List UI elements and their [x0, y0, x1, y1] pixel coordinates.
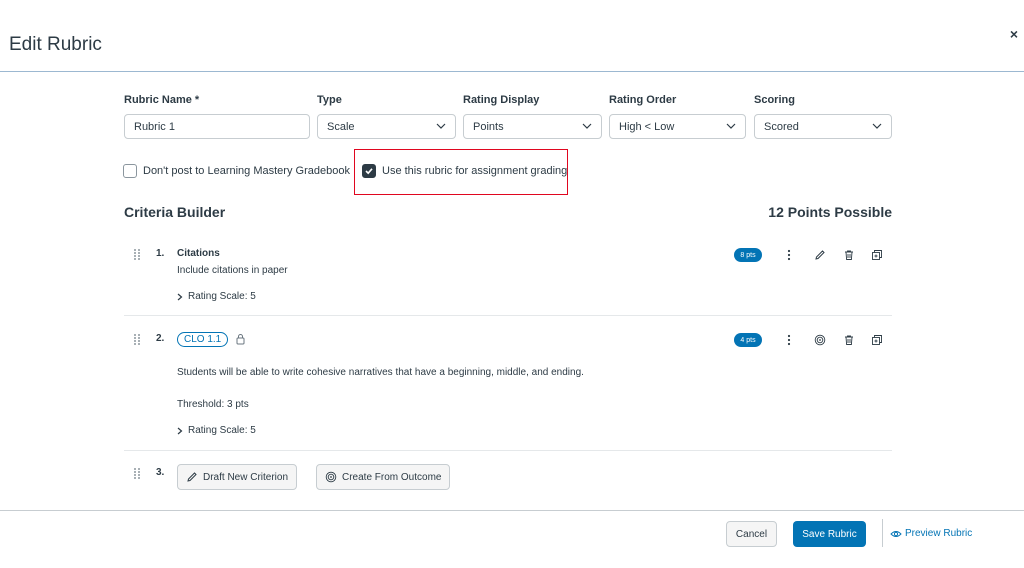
- more-options-icon[interactable]: [782, 333, 796, 347]
- rating-scale-label: Rating Scale: 5: [188, 425, 256, 436]
- chevron-right-icon: [177, 427, 183, 434]
- divider: [124, 450, 892, 451]
- drag-handle-icon[interactable]: [134, 468, 140, 479]
- checkmark-icon: [365, 168, 373, 175]
- duplicate-icon[interactable]: [870, 333, 884, 347]
- use-for-grading-label: Use this rubric for assignment grading: [382, 165, 568, 177]
- modal-header: Edit Rubric ×: [0, 0, 1024, 72]
- trash-icon[interactable]: [842, 248, 856, 262]
- scoring-label: Scoring: [754, 94, 795, 106]
- use-for-grading-checkbox-row[interactable]: Use this rubric for assignment grading: [362, 164, 567, 178]
- modal-footer: [0, 510, 1024, 568]
- points-possible: 12 Points Possible: [768, 204, 892, 220]
- draft-new-criterion-button[interactable]: Draft New Criterion: [177, 464, 298, 490]
- close-button[interactable]: ×: [1010, 26, 1018, 42]
- type-select[interactable]: Scale: [317, 114, 456, 139]
- cancel-button[interactable]: Cancel: [726, 521, 777, 547]
- dont-post-checkbox-row[interactable]: Don't post to Learning Mastery Gradebook: [123, 164, 350, 178]
- edit-pencil-icon[interactable]: [813, 248, 827, 262]
- drag-handle-icon[interactable]: [134, 334, 140, 345]
- create-from-outcome-label: Create From Outcome: [342, 471, 442, 483]
- chevron-down-icon: [582, 123, 592, 129]
- drag-handle-icon[interactable]: [134, 249, 140, 260]
- create-from-outcome-button[interactable]: Create From Outcome: [316, 464, 451, 490]
- trash-icon[interactable]: [842, 333, 856, 347]
- points-badge: 4 pts: [734, 333, 762, 347]
- rating-scale-label: Rating Scale: 5: [188, 291, 256, 302]
- rubric-name-input[interactable]: Rubric 1: [124, 114, 310, 139]
- chevron-down-icon: [872, 123, 882, 129]
- criterion-description: Include citations in paper: [177, 265, 288, 276]
- save-rubric-button[interactable]: Save Rubric: [793, 521, 866, 547]
- criterion-number: 2.: [156, 333, 165, 344]
- rating-display-value: Points: [473, 121, 504, 133]
- lock-icon: [236, 334, 245, 345]
- draft-new-criterion-label: Draft New Criterion: [203, 471, 289, 483]
- criteria-builder-title: Criteria Builder: [124, 204, 226, 220]
- duplicate-icon[interactable]: [870, 248, 884, 262]
- rating-display-select[interactable]: Points: [463, 114, 602, 139]
- criterion-number: 1.: [156, 248, 165, 259]
- chevron-down-icon: [436, 123, 446, 129]
- rating-order-value: High < Low: [619, 121, 675, 133]
- footer-divider: [882, 519, 883, 547]
- criterion-threshold: Threshold: 3 pts: [177, 399, 249, 410]
- preview-rubric-label: Preview Rubric: [905, 528, 973, 539]
- outcome-tag: CLO 1.1: [177, 332, 229, 347]
- rating-display-label: Rating Display: [463, 94, 540, 106]
- preview-rubric-link[interactable]: Preview Rubric: [890, 528, 972, 539]
- rating-order-label: Rating Order: [609, 94, 677, 106]
- dont-post-label: Don't post to Learning Mastery Gradebook: [143, 165, 350, 177]
- scoring-value: Scored: [764, 121, 799, 133]
- eye-icon: [890, 530, 902, 537]
- type-value: Scale: [327, 121, 355, 133]
- scoring-select[interactable]: Scored: [754, 114, 892, 139]
- rubric-name-value: Rubric 1: [134, 121, 175, 133]
- rubric-name-label: Rubric Name *: [124, 94, 200, 106]
- outcomes-target-icon[interactable]: [813, 333, 827, 347]
- outcomes-target-icon: [325, 471, 337, 483]
- more-options-icon[interactable]: [782, 248, 796, 262]
- criterion-number: 3.: [156, 467, 165, 478]
- rating-order-select[interactable]: High < Low: [609, 114, 746, 139]
- points-badge: 8 pts: [734, 248, 762, 262]
- pencil-icon: [187, 472, 197, 482]
- type-label: Type: [317, 94, 342, 106]
- use-for-grading-checkbox[interactable]: [362, 164, 376, 178]
- modal-title: Edit Rubric: [9, 34, 102, 55]
- criterion-title: Citations: [177, 248, 220, 259]
- divider: [124, 315, 892, 316]
- criterion-description: Students will be able to write cohesive …: [177, 367, 584, 378]
- rating-scale-toggle[interactable]: Rating Scale: 5: [176, 291, 256, 302]
- chevron-down-icon: [726, 123, 736, 129]
- rating-scale-toggle[interactable]: Rating Scale: 5: [176, 425, 256, 436]
- dont-post-checkbox[interactable]: [123, 164, 137, 178]
- chevron-right-icon: [177, 293, 183, 300]
